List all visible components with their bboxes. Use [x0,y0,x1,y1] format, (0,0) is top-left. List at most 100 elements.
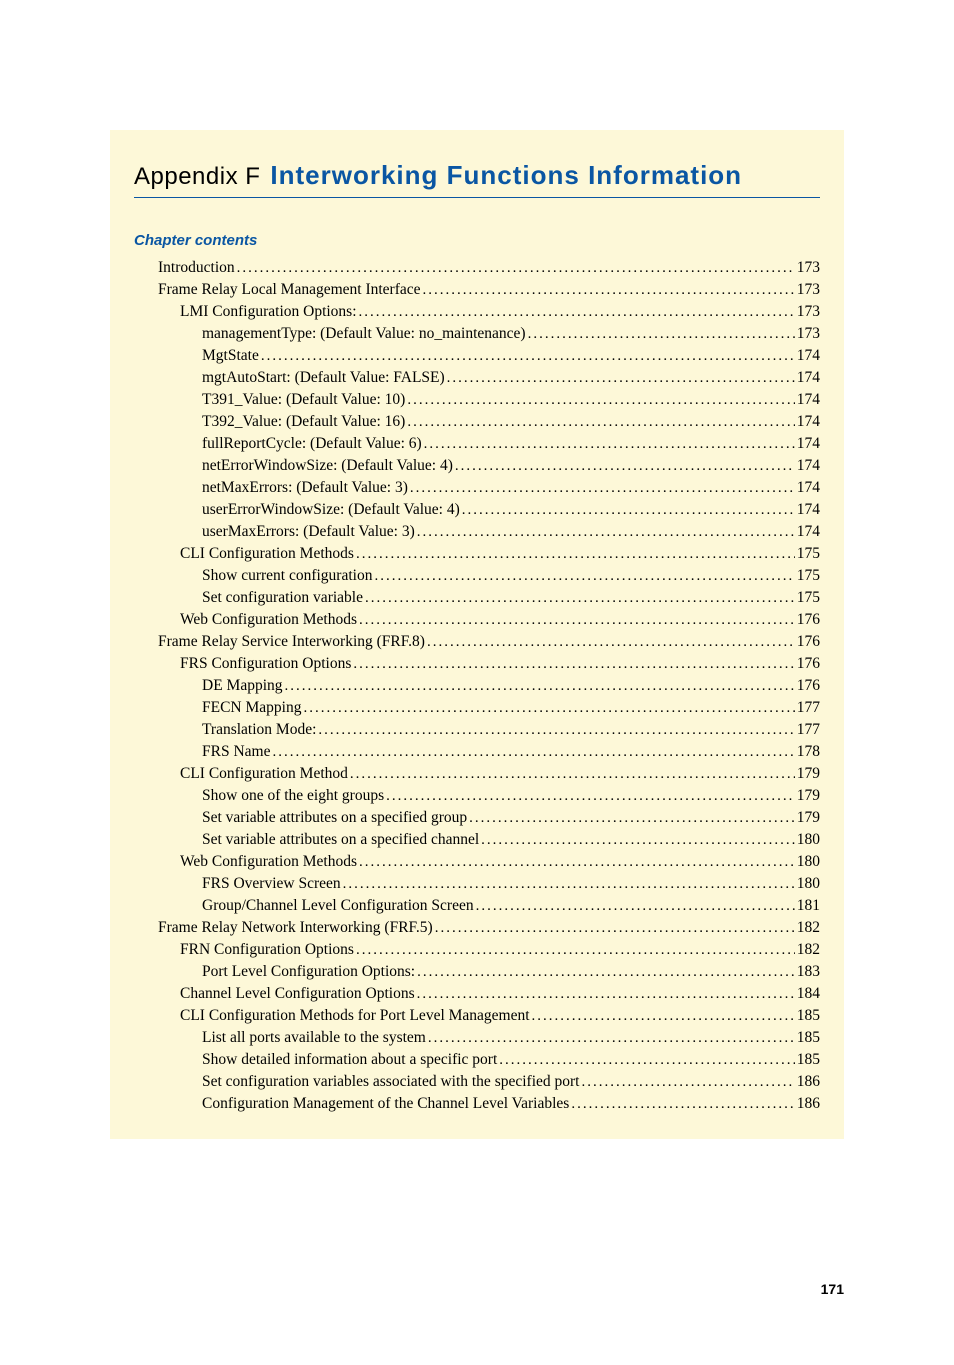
toc-entry-page: 178 [797,741,820,763]
toc-entry-label: T392_Value: (Default Value: 16) [202,411,405,433]
toc-leaders [285,675,795,697]
toc-entry-label: MgtState [202,345,259,367]
toc-entry-page: 182 [797,917,820,939]
toc-entry[interactable]: Group/Channel Level Configuration Screen… [158,895,820,917]
toc-leaders [410,477,795,499]
toc-entry[interactable]: FRS Configuration Options 176 [158,653,820,675]
toc-entry-label: FRS Overview Screen [202,873,341,895]
toc-entry[interactable]: Web Configuration Methods 176 [158,609,820,631]
toc-leaders [476,895,795,917]
toc-leaders [343,873,795,895]
toc-leaders [481,829,795,851]
toc-entry[interactable]: fullReportCycle: (Default Value: 6) 174 [158,433,820,455]
page-content: Appendix F Interworking Functions Inform… [110,130,844,1139]
toc-entry-page: 174 [797,433,820,455]
toc-entry-page: 176 [797,653,820,675]
toc-leaders [424,433,795,455]
toc-entry[interactable]: Show current configuration 175 [158,565,820,587]
toc-entry-page: 186 [797,1093,820,1115]
toc-entry-label: fullReportCycle: (Default Value: 6) [202,433,422,455]
toc-entry[interactable]: netErrorWindowSize: (Default Value: 4) 1… [158,455,820,477]
toc-entry-page: 175 [797,587,820,609]
toc-entry-label: managementType: (Default Value: no_maint… [202,323,526,345]
toc-entry[interactable]: Introduction173 [158,257,820,279]
toc-leaders [462,499,795,521]
toc-entry[interactable]: Configuration Management of the Channel … [158,1093,820,1115]
toc-leaders [469,807,795,829]
toc-leaders [499,1049,794,1071]
toc-entry-label: CLI Configuration Methods [180,543,354,565]
toc-entry-label: Channel Level Configuration Options [180,983,415,1005]
toc-leaders [237,257,795,279]
toc-entry[interactable]: FRS Overview Screen 180 [158,873,820,895]
toc-entry-page: 177 [797,719,820,741]
toc-entry-page: 173 [797,301,820,323]
toc-entry[interactable]: mgtAutoStart: (Default Value: FALSE) 174 [158,367,820,389]
toc-entry-label: Set variable attributes on a specified g… [202,807,467,829]
toc-entry-label: netMaxErrors: (Default Value: 3) [202,477,408,499]
toc-entry[interactable]: Port Level Configuration Options: 183 [158,961,820,983]
toc-entry[interactable]: List all ports available to the system 1… [158,1027,820,1049]
toc-leaders [407,411,794,433]
toc-entry-page: 174 [797,455,820,477]
toc-entry[interactable]: MgtState 174 [158,345,820,367]
toc-entry[interactable]: Set variable attributes on a specified g… [158,807,820,829]
toc-entry-page: 173 [797,257,820,279]
toc-entry[interactable]: Set configuration variable 175 [158,587,820,609]
toc-entry[interactable]: LMI Configuration Options: 173 [158,301,820,323]
toc-entry[interactable]: FRN Configuration Options 182 [158,939,820,961]
toc-entry[interactable]: Frame Relay Network Interworking (FRF.5)… [158,917,820,939]
toc-entry-label: Set variable attributes on a specified c… [202,829,479,851]
toc-entry-page: 174 [797,345,820,367]
toc-leaders [365,587,795,609]
toc-entry-label: userErrorWindowSize: (Default Value: 4) [202,499,460,521]
toc-entry-label: Web Configuration Methods [180,609,357,631]
toc-entry[interactable]: FRS Name 178 [158,741,820,763]
toc-entry-page: 174 [797,499,820,521]
toc-entry[interactable]: T392_Value: (Default Value: 16) 174 [158,411,820,433]
toc-entry[interactable]: Frame Relay Service Interworking (FRF.8)… [158,631,820,653]
toc-entry[interactable]: FECN Mapping 177 [158,697,820,719]
toc-entry-label: FRN Configuration Options [180,939,354,961]
toc-entry[interactable]: userMaxErrors: (Default Value: 3) 174 [158,521,820,543]
toc-entry[interactable]: CLI Configuration Methods 175 [158,543,820,565]
toc-entry[interactable]: Translation Mode: 177 [158,719,820,741]
toc-entry[interactable]: Frame Relay Local Management Interface 1… [158,279,820,301]
toc-entry[interactable]: CLI Configuration Method 179 [158,763,820,785]
toc-entry-page: 182 [797,939,820,961]
toc-leaders [359,609,795,631]
toc-entry-label: Frame Relay Local Management Interface [158,279,421,301]
toc-entry-page: 179 [797,785,820,807]
toc-entry[interactable]: CLI Configuration Methods for Port Level… [158,1005,820,1027]
toc-leaders [303,697,794,719]
toc-leaders [374,565,794,587]
toc-entry[interactable]: netMaxErrors: (Default Value: 3) 174 [158,477,820,499]
toc-entry[interactable]: managementType: (Default Value: no_maint… [158,323,820,345]
toc-entry-page: 173 [797,279,820,301]
toc-entry-label: List all ports available to the system [202,1027,426,1049]
toc-entry[interactable]: DE Mapping 176 [158,675,820,697]
table-of-contents: Introduction173Frame Relay Local Managem… [158,257,820,1115]
toc-entry-label: Show current configuration [202,565,372,587]
toc-entry-page: 176 [797,675,820,697]
toc-entry[interactable]: Show detailed information about a specif… [158,1049,820,1071]
toc-entry-page: 174 [797,389,820,411]
toc-leaders [455,455,795,477]
toc-leaders [417,521,795,543]
toc-entry[interactable]: Web Configuration Methods 180 [158,851,820,873]
toc-leaders [581,1071,794,1093]
toc-leaders [353,653,794,675]
toc-entry-page: 185 [797,1049,820,1071]
toc-entry-page: 174 [797,411,820,433]
toc-entry[interactable]: userErrorWindowSize: (Default Value: 4) … [158,499,820,521]
toc-leaders [528,323,795,345]
toc-entry[interactable]: Set variable attributes on a specified c… [158,829,820,851]
toc-entry-label: FECN Mapping [202,697,301,719]
toc-entry-page: 184 [797,983,820,1005]
toc-entry[interactable]: Show one of the eight groups 179 [158,785,820,807]
toc-entry[interactable]: T391_Value: (Default Value: 10) 174 [158,389,820,411]
toc-leaders [359,851,795,873]
toc-entry-page: 177 [797,697,820,719]
toc-entry[interactable]: Set configuration variables associated w… [158,1071,820,1093]
toc-entry[interactable]: Channel Level Configuration Options 184 [158,983,820,1005]
